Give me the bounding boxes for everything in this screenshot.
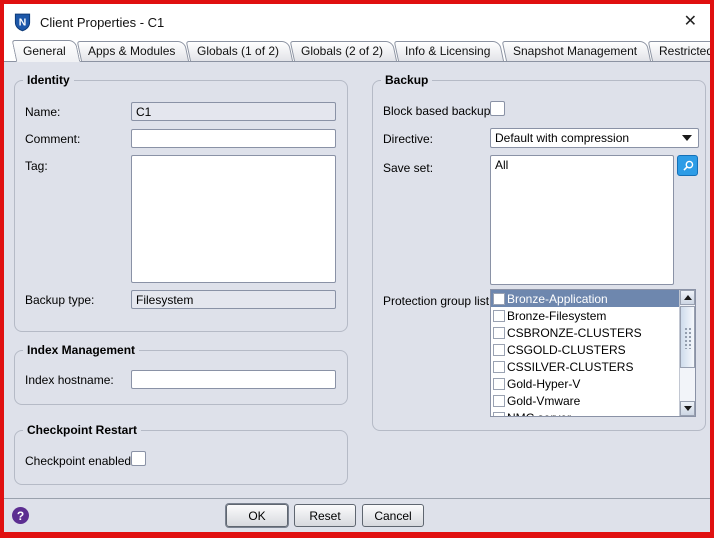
window-title: Client Properties - C1 [40,15,164,30]
comment-input[interactable] [131,129,336,148]
index-hostname-input[interactable] [131,370,336,389]
protection-group-name: Gold-Hyper-V [507,377,580,391]
tab-label: Info & Licensing [405,42,490,61]
checkbox[interactable] [493,310,505,322]
tab-label: General [23,41,66,61]
reset-button[interactable]: Reset [294,504,356,527]
tab-label: Restricted Data Zones [659,42,710,61]
tag-label: Tag: [25,159,48,173]
protection-group-name: CSGOLD-CLUSTERS [507,343,626,357]
protection-group-list-label: Protection group list: [383,294,492,308]
checkpoint-restart-group-title: Checkpoint Restart [23,423,141,437]
protection-group-rows: Bronze-Application Bronze-Filesystem CSB… [491,290,679,416]
save-set-browse-button[interactable] [677,155,698,176]
save-set-textarea[interactable]: All [490,155,674,285]
checkbox[interactable] [493,293,505,305]
identity-group-title: Identity [23,73,74,87]
tab-apps-modules[interactable]: Apps & Modules [76,41,189,62]
cancel-button[interactable]: Cancel [362,504,424,527]
tab-restricted-data-zones[interactable]: Restricted Data Zones [647,41,710,62]
window-frame: N Client Properties - C1 ✕ General Apps … [0,0,714,538]
directive-label: Directive: [383,132,433,146]
chevron-down-icon [682,135,692,141]
protection-group-name: Bronze-Application [507,292,608,306]
checkbox[interactable] [493,327,505,339]
checkbox[interactable] [493,378,505,390]
ok-button[interactable]: OK [226,504,288,527]
checkbox[interactable] [493,395,505,407]
close-icon[interactable]: ✕ [681,13,700,31]
checkbox[interactable] [493,344,505,356]
backup-type-field: Filesystem [131,290,336,309]
triangle-down-icon [684,406,692,411]
tab-general[interactable]: General [12,40,80,62]
footer-buttons: OK Reset Cancel [226,504,424,527]
comment-label: Comment: [25,132,80,146]
index-management-group: Index Management Index hostname: [14,350,348,405]
tag-textarea[interactable] [131,155,336,283]
scroll-up-button[interactable] [680,290,695,305]
save-set-label: Save set: [383,161,433,175]
checkpoint-restart-group: Checkpoint Restart Checkpoint enabled: [14,430,348,485]
index-hostname-label: Index hostname: [25,373,114,387]
identity-group: Identity Name: C1 Comment: Tag: Backup t… [14,80,348,332]
vertical-scrollbar[interactable] [679,290,695,416]
triangle-up-icon [684,295,692,300]
block-based-backup-label: Block based backup: [383,104,494,118]
protection-group-row[interactable]: Bronze-Application [491,290,679,307]
protection-group-name: NMC server [507,411,571,417]
protection-group-row[interactable]: Gold-Hyper-V [491,375,679,392]
scrollbar-thumb[interactable] [680,306,695,368]
checkpoint-enabled-checkbox[interactable] [131,451,146,466]
protection-group-row[interactable]: Gold-Vmware [491,392,679,409]
backup-group-title: Backup [381,73,432,87]
name-field: C1 [131,102,336,121]
protection-group-row[interactable]: CSBRONZE-CLUSTERS [491,324,679,341]
protection-group-name: CSBRONZE-CLUSTERS [507,326,642,340]
general-tab-panel: Identity Name: C1 Comment: Tag: Backup t… [4,62,710,498]
footer-bar: ? OK Reset Cancel [4,498,710,532]
tab-info-licensing[interactable]: Info & Licensing [394,41,505,62]
checkpoint-enabled-label: Checkpoint enabled: [25,454,134,468]
block-based-backup-checkbox[interactable] [490,101,505,116]
directive-value: Default with compression [495,131,629,145]
backup-type-label: Backup type: [25,293,94,307]
checkbox[interactable] [493,361,505,373]
client-properties-dialog: N Client Properties - C1 ✕ General Apps … [4,4,710,532]
checkbox[interactable] [493,412,505,417]
protection-group-name: CSSILVER-CLUSTERS [507,360,633,374]
networker-logo-icon: N [13,13,32,32]
tab-globals-2[interactable]: Globals (2 of 2) [290,41,398,62]
tab-bar: General Apps & Modules Globals (1 of 2) … [4,40,710,62]
protection-group-name: Gold-Vmware [507,394,580,408]
scroll-down-button[interactable] [680,401,695,416]
directive-dropdown[interactable]: Default with compression [490,128,699,148]
protection-group-name: Bronze-Filesystem [507,309,606,323]
protection-group-row[interactable]: NMC server [491,409,679,416]
tab-globals-1[interactable]: Globals (1 of 2) [186,41,294,62]
protection-group-row[interactable]: CSGOLD-CLUSTERS [491,341,679,358]
tab-label: Globals (1 of 2) [197,42,279,61]
tab-label: Globals (2 of 2) [301,42,383,61]
tab-snapshot-management[interactable]: Snapshot Management [501,41,651,62]
title-bar: N Client Properties - C1 ✕ [4,4,710,40]
protection-group-list: Bronze-Application Bronze-Filesystem CSB… [490,289,696,417]
svg-text:N: N [19,17,27,28]
protection-group-row[interactable]: Bronze-Filesystem [491,307,679,324]
name-label: Name: [25,105,60,119]
search-icon [681,159,695,173]
tab-label: Apps & Modules [88,42,175,61]
backup-group: Backup Block based backup: Directive: De… [372,80,706,431]
protection-group-row[interactable]: CSSILVER-CLUSTERS [491,358,679,375]
tab-label: Snapshot Management [513,42,637,61]
index-management-group-title: Index Management [23,343,139,357]
help-icon[interactable]: ? [12,507,29,524]
